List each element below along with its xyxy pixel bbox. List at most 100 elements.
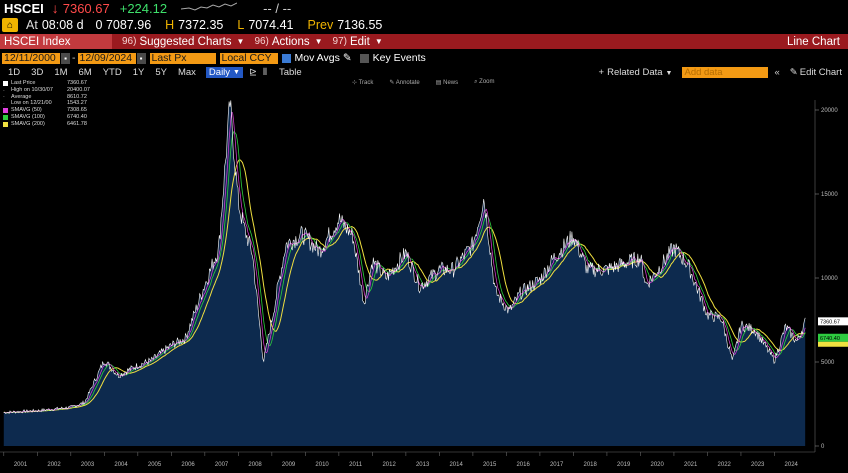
period-1d[interactable]: 1D <box>8 67 20 78</box>
start-date-input[interactable]: 12/11/2000 <box>2 52 60 64</box>
menu-number: 96) <box>254 36 269 47</box>
menu-number: 96) <box>122 36 137 47</box>
chevron-down-icon: ▼ <box>233 68 240 76</box>
period-bar: 1D 3D 1M 6M YTD 1Y 5Y Max Daily ▼ ⊵ ⫴ Ta… <box>0 66 848 78</box>
x-tick-label: 2022 <box>718 462 732 468</box>
add-data-input[interactable]: Add data <box>682 66 769 78</box>
plus-icon: + <box>598 66 605 78</box>
y-tick-label: 5000 <box>821 360 835 366</box>
date-range-bar: 12/11/2000 ▪ - 12/09/2024 ▪ Last Px Loca… <box>0 52 848 64</box>
date-separator: - <box>72 52 76 64</box>
period-1m[interactable]: 1M <box>54 67 67 78</box>
key-events-checkbox[interactable] <box>359 53 369 63</box>
x-tick-label: 2013 <box>416 462 430 468</box>
ticker-symbol[interactable]: HSCEI <box>4 1 44 16</box>
menu-label: Actions <box>271 35 310 48</box>
ma-tag: 6740.40 <box>820 336 840 342</box>
related-data-button[interactable]: + Related Data ▼ <box>599 67 673 78</box>
legend-swatch: · <box>3 87 5 94</box>
tool-label: Zoom <box>479 79 495 85</box>
calendar-icon[interactable]: ▪ <box>61 52 70 64</box>
x-tick-label: 2009 <box>282 462 296 468</box>
x-tick-label: 2021 <box>684 462 698 468</box>
legend-label: SMAVG (50) <box>11 107 42 114</box>
collapse-icon[interactable]: « <box>774 67 779 78</box>
open-price: 0 7087.96 <box>95 18 152 32</box>
legend-item: · High on 10/30/07 20400.07 <box>3 87 90 94</box>
price-area <box>3 100 806 447</box>
period-3d[interactable]: 3D <box>31 67 43 78</box>
down-arrow-icon: ↓ <box>51 0 59 16</box>
field-select[interactable]: Last Px <box>149 52 216 64</box>
annotate-tool[interactable]: ✎ Annotate <box>389 79 427 86</box>
tool-label: News <box>443 80 459 86</box>
x-tick-label: 2004 <box>114 462 128 468</box>
x-tick-label: 2014 <box>449 462 463 468</box>
news-tool[interactable]: ▤ News <box>436 79 466 86</box>
legend-value: 8610.72 <box>67 93 87 100</box>
period-6m[interactable]: 6M <box>79 67 92 78</box>
edit-chart-label: Edit Chart <box>799 66 842 78</box>
legend-label: Low on 12/21/00 <box>11 100 52 107</box>
menu-bar: HSCEI Index 96) Suggested Charts ▼ 96) A… <box>0 34 848 49</box>
menu-label: Edit <box>349 35 370 48</box>
y-tick-label: 15000 <box>821 192 838 198</box>
quote-line: ⌂ At 08:08 d 0 7087.96 H 7372.35 L 7074.… <box>0 16 848 34</box>
chart-type-title: Line Chart <box>786 35 840 48</box>
period-ytd[interactable]: YTD <box>103 67 122 78</box>
x-tick-label: 2017 <box>550 462 564 468</box>
chevron-down-icon: ▼ <box>374 37 383 46</box>
time-label: At <box>26 18 38 32</box>
edit-chart-button[interactable]: ✎ Edit Chart <box>790 67 842 78</box>
alert-icon[interactable]: ⌂ <box>2 18 18 32</box>
chevron-down-icon: ▼ <box>236 37 245 46</box>
legend-value: 7360.67 <box>67 80 87 86</box>
legend-value: 20400.07 <box>67 86 90 93</box>
menu-actions[interactable]: 96) Actions ▼ <box>254 36 322 48</box>
frequency-label: Daily <box>208 66 231 78</box>
y-tick-label: 10000 <box>821 276 838 282</box>
legend-label: SMAVG (200) <box>11 120 45 127</box>
x-tick-label: 2015 <box>483 462 497 468</box>
last-price-tag: 7360.67 <box>820 319 840 325</box>
x-tick-label: 2007 <box>215 462 229 468</box>
key-events-label: Key Events <box>372 52 426 64</box>
menu-suggested-charts[interactable]: 96) Suggested Charts ▼ <box>122 36 244 48</box>
tool-label: Annotate <box>395 80 420 86</box>
x-tick-label: 2018 <box>583 462 597 468</box>
period-1y[interactable]: 1Y <box>133 67 145 78</box>
legend-label: Average <box>11 93 32 100</box>
period-max[interactable]: Max <box>178 67 196 78</box>
frequency-select[interactable]: Daily ▼ <box>205 66 243 78</box>
pencil-icon[interactable]: ✎ <box>343 52 352 64</box>
legend-swatch <box>3 121 8 127</box>
chevron-down-icon: ▼ <box>665 69 673 77</box>
legend-item: SMAVG (100) 6740.40 <box>3 114 90 121</box>
currency-select[interactable]: Local CCY <box>219 52 278 64</box>
ticker-bar: HSCEI ↓ 7360.67 +224.12 -- / -- <box>0 0 848 16</box>
prev-price: 7136.55 <box>337 18 383 32</box>
line-style-icon[interactable]: ⊵ <box>249 67 257 78</box>
price-chart[interactable]: 0 5000 10000 15000 20000 2001 2002 2003 2004 2005… <box>0 78 848 473</box>
menu-label: Suggested Charts <box>139 35 232 48</box>
zoom-tool[interactable]: ⌕ Zoom <box>474 79 502 86</box>
legend-swatch: · <box>3 94 5 101</box>
ma200-tag <box>818 341 848 347</box>
security-field[interactable]: HSCEI Index <box>0 34 112 49</box>
legend-item: · Average 8610.72 <box>3 94 90 101</box>
track-tool[interactable]: ⊹ Track <box>352 79 381 86</box>
calendar-icon[interactable]: ▪ <box>136 52 146 64</box>
tool-label: Track <box>358 80 374 86</box>
chevron-down-icon: ▼ <box>314 37 323 46</box>
related-data-label: Related Data <box>607 66 663 78</box>
end-date-input[interactable]: 12/09/2024 <box>77 52 136 64</box>
low-label: L <box>237 18 245 32</box>
bar-style-icon[interactable]: ⫴ <box>263 67 267 78</box>
high-label: H <box>165 18 175 32</box>
menu-edit[interactable]: 97) Edit ▼ <box>333 36 383 48</box>
period-5y[interactable]: 5Y <box>155 67 167 78</box>
x-tick-label: 2016 <box>516 462 530 468</box>
mov-avgs-checkbox[interactable] <box>281 53 291 63</box>
table-button[interactable]: Table <box>279 67 302 78</box>
legend-item: SMAVG (50) 7308.65 <box>3 107 90 114</box>
